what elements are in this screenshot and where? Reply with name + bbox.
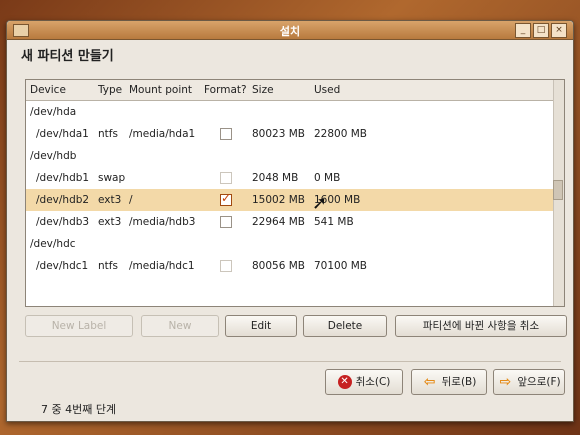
page-title: 새 파티션 만들기 — [21, 49, 114, 64]
maximize-button[interactable]: □ — [533, 23, 549, 38]
device-cell: /dev/hdc — [30, 238, 76, 250]
mouse-pointer-icon: ➚ — [312, 193, 328, 214]
format-checkbox[interactable] — [220, 128, 232, 140]
edit-partition-button[interactable]: Edit — [225, 315, 297, 337]
partition-row[interactable]: /dev/hdb2 ext3/15002 MB 1600 MB — [26, 189, 554, 211]
back-button[interactable]: ⇦ 뒤로(B) — [411, 369, 487, 395]
device-cell: /dev/hda — [30, 106, 77, 118]
mount-point-cell: /media/hdb3 — [129, 216, 196, 228]
new-partition-button[interactable]: New — [141, 315, 219, 337]
cancel-icon: ✕ — [337, 375, 352, 389]
window-title: 설치 — [279, 25, 301, 38]
column-header-type[interactable]: Type — [98, 84, 122, 96]
size-cell: 15002 MB — [252, 194, 306, 206]
disk-row[interactable]: /dev/hdb — [26, 145, 554, 167]
arrow-right-icon: ⇨ — [499, 374, 512, 390]
arrow-left-icon: ⇦ — [423, 374, 436, 390]
column-header-mount-point[interactable]: Mount point — [129, 84, 192, 96]
disk-row[interactable]: /dev/hdc — [26, 233, 554, 255]
size-cell: 80023 MB — [252, 128, 306, 140]
scrollbar-thumb[interactable] — [553, 180, 563, 200]
type-cell: ntfs — [98, 128, 118, 140]
undo-changes-button[interactable]: 파티션에 바뀐 사항을 취소 — [395, 315, 567, 337]
close-button[interactable]: × — [551, 23, 567, 38]
partition-row[interactable]: /dev/hda1 ntfs/media/hda1 80023 MB 22800 MB — [26, 123, 554, 145]
type-cell: ext3 — [98, 216, 122, 228]
forward-label: 앞으로(F) — [517, 376, 561, 388]
column-header-used[interactable]: Used — [314, 84, 340, 96]
size-cell: 22964 MB — [252, 216, 306, 228]
footer-separator — [19, 361, 561, 362]
device-cell: /dev/hdb1 — [36, 172, 90, 184]
format-checkbox[interactable] — [220, 172, 232, 184]
new-label-button[interactable]: New Label — [25, 315, 133, 337]
device-cell: /dev/hda1 — [36, 128, 89, 140]
device-cell: /dev/hdb2 — [36, 194, 90, 206]
format-checkbox[interactable] — [220, 260, 232, 272]
cancel-label: 취소(C) — [355, 376, 391, 388]
mount-point-cell: / — [129, 194, 133, 206]
used-cell: 541 MB — [314, 216, 354, 228]
title-bar[interactable]: 설치 _ □ × — [7, 21, 573, 40]
type-cell: ext3 — [98, 194, 122, 206]
disk-row[interactable]: /dev/hda — [26, 101, 554, 123]
mount-point-cell: /media/hda1 — [129, 128, 196, 140]
format-checkbox[interactable] — [220, 216, 232, 228]
format-checkbox[interactable] — [220, 191, 232, 206]
used-cell: 22800 MB — [314, 128, 368, 140]
back-label: 뒤로(B) — [441, 376, 477, 388]
partition-row[interactable]: /dev/hdb3 ext3/media/hdb3 22964 MB 541 MB — [26, 211, 554, 233]
used-cell: 0 MB — [314, 172, 341, 184]
mount-point-cell: /media/hdc1 — [129, 260, 195, 272]
partition-table: Device Type Mount point Format? Size Use… — [25, 79, 565, 307]
device-cell: /dev/hdb3 — [36, 216, 90, 228]
step-indicator: 7 중 4번째 단계 — [41, 403, 117, 416]
minimize-button[interactable]: _ — [515, 23, 531, 38]
forward-button[interactable]: ⇨ 앞으로(F) — [493, 369, 565, 395]
device-cell: /dev/hdb — [30, 150, 77, 162]
column-header-format[interactable]: Format? — [204, 84, 247, 96]
device-cell: /dev/hdc1 — [36, 260, 89, 272]
used-cell: 70100 MB — [314, 260, 368, 272]
column-header-device[interactable]: Device — [30, 84, 66, 96]
size-cell: 2048 MB — [252, 172, 299, 184]
size-cell: 80056 MB — [252, 260, 306, 272]
type-cell: swap — [98, 172, 126, 184]
column-header-size[interactable]: Size — [252, 84, 274, 96]
partition-row[interactable]: /dev/hdc1 ntfs/media/hdc1 80056 MB 70100 MB — [26, 255, 554, 277]
delete-partition-button[interactable]: Delete — [303, 315, 387, 337]
table-header: Device Type Mount point Format? Size Use… — [26, 80, 554, 101]
vertical-scrollbar[interactable] — [553, 80, 564, 306]
cancel-button[interactable]: ✕ 취소(C) — [325, 369, 403, 395]
type-cell: ntfs — [98, 260, 118, 272]
partition-row[interactable]: /dev/hdb1 swap 2048 MB 0 MB — [26, 167, 554, 189]
installer-window: 설치 _ □ × 새 파티션 만들기 Device Type Mount poi… — [6, 20, 574, 422]
window-controls: _ □ × — [515, 23, 567, 38]
